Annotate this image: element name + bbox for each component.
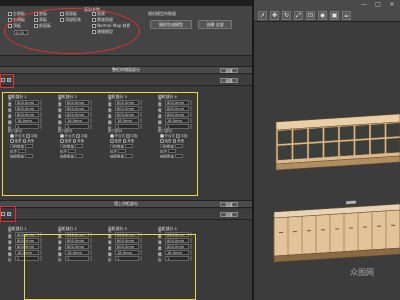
wall-cabinet-cell (355, 139, 370, 156)
wall-cabinet-cell (308, 127, 323, 143)
close-icon[interactable]: ✕ (386, 1, 398, 9)
main-toolbar: — □ ✕ ➚ ✥ ↻ ⤢ ⊡ ◉ ▣ ☕ (254, 0, 400, 22)
move-icon[interactable]: ✥ (270, 11, 279, 20)
base-cabinet-handle (307, 230, 311, 232)
section-base-create-button-2[interactable]: 创建 (220, 78, 238, 83)
base-cabinet-handle (293, 231, 297, 233)
cabinet-generator-panel: 基础参数 左侧板 右侧板 顶板 底板 背板 前面板 背面板 顶部柜体 0.00 … (0, 0, 252, 300)
create-all-button[interactable]: 创建 全部 (198, 20, 232, 29)
section-wall-cabinets: 墙上吊柜部分 创建 (0, 200, 252, 208)
base-cabinet-handle (321, 229, 325, 231)
base-cabinet-handle (363, 226, 367, 228)
random-count-label: 随机模型的数量 (148, 11, 176, 16)
annotation-red-box-2 (0, 206, 16, 222)
base-cabinet-handle (377, 225, 381, 227)
wall-cabinet-cell (324, 141, 339, 158)
random-generate-button[interactable]: 随机生成模型 (150, 20, 192, 29)
section-base-cabinets: 整柜的储面部分 创建 (0, 66, 252, 74)
watermark-text: 众图网 (350, 268, 374, 277)
scale-icon[interactable]: ⤢ (294, 11, 303, 20)
render-frame-icon[interactable]: ▣ (330, 11, 339, 20)
rotate-icon[interactable]: ↻ (282, 11, 291, 20)
render-icon[interactable]: ◉ (318, 11, 327, 20)
wall-cabinet-cell (355, 124, 370, 140)
base-cabinet-handle (335, 228, 339, 230)
section-base-title: 整柜的储面部分 (112, 67, 140, 72)
wall-cabinet-cell (324, 126, 339, 142)
annotation-ellipse (4, 8, 140, 54)
annotation-red-box-1 (0, 74, 14, 88)
minimize-icon[interactable]: — (358, 1, 370, 9)
wall-cabinet-cell (308, 142, 323, 159)
wall-cabinet-cell (293, 128, 308, 144)
base-cabinet-handle (391, 224, 395, 226)
section-wall-create-button-2[interactable]: 创建 (220, 212, 238, 217)
wall-cabinet-cell (277, 144, 292, 161)
annotation-yellow-box-1 (2, 92, 198, 196)
wall-cabinet-cell (370, 123, 385, 139)
wall-cabinet-cell (386, 137, 400, 154)
wall-cabinet-row (275, 113, 400, 171)
param-label: 隔板 (8, 253, 12, 262)
section-base-tabbar: 创建 (0, 76, 252, 86)
section-wall-title: 墙上吊柜部分 (114, 201, 138, 206)
wall-cabinet-cell (339, 125, 354, 141)
base-cabinet-row (273, 200, 400, 263)
annotation-yellow-box-2 (24, 234, 196, 300)
teapot-icon[interactable]: ☕ (342, 11, 351, 20)
section-wall-create-button[interactable]: 创建 (220, 202, 238, 207)
3d-viewport[interactable]: — □ ✕ ➚ ✥ ↻ ⤢ ⊡ ◉ ▣ ☕ 众图网 (252, 0, 400, 300)
snap-icon[interactable]: ⊡ (306, 11, 315, 20)
wall-cabinet-cell (277, 129, 292, 145)
select-icon[interactable]: ➚ (258, 11, 267, 20)
section-wall-tabbar: 创建 (0, 210, 252, 220)
wall-cabinet-cell (339, 140, 354, 157)
maximize-icon[interactable]: □ (372, 1, 384, 9)
wall-cabinet-cell (293, 143, 308, 160)
viewport-scene (273, 113, 400, 263)
base-cabinet-handle (349, 227, 353, 229)
section-base-create-button[interactable]: 创建 (220, 68, 238, 73)
wall-cabinet-cell (370, 138, 385, 155)
base-cabinet-handle (279, 232, 283, 233)
wall-cabinet-cell (386, 122, 400, 138)
